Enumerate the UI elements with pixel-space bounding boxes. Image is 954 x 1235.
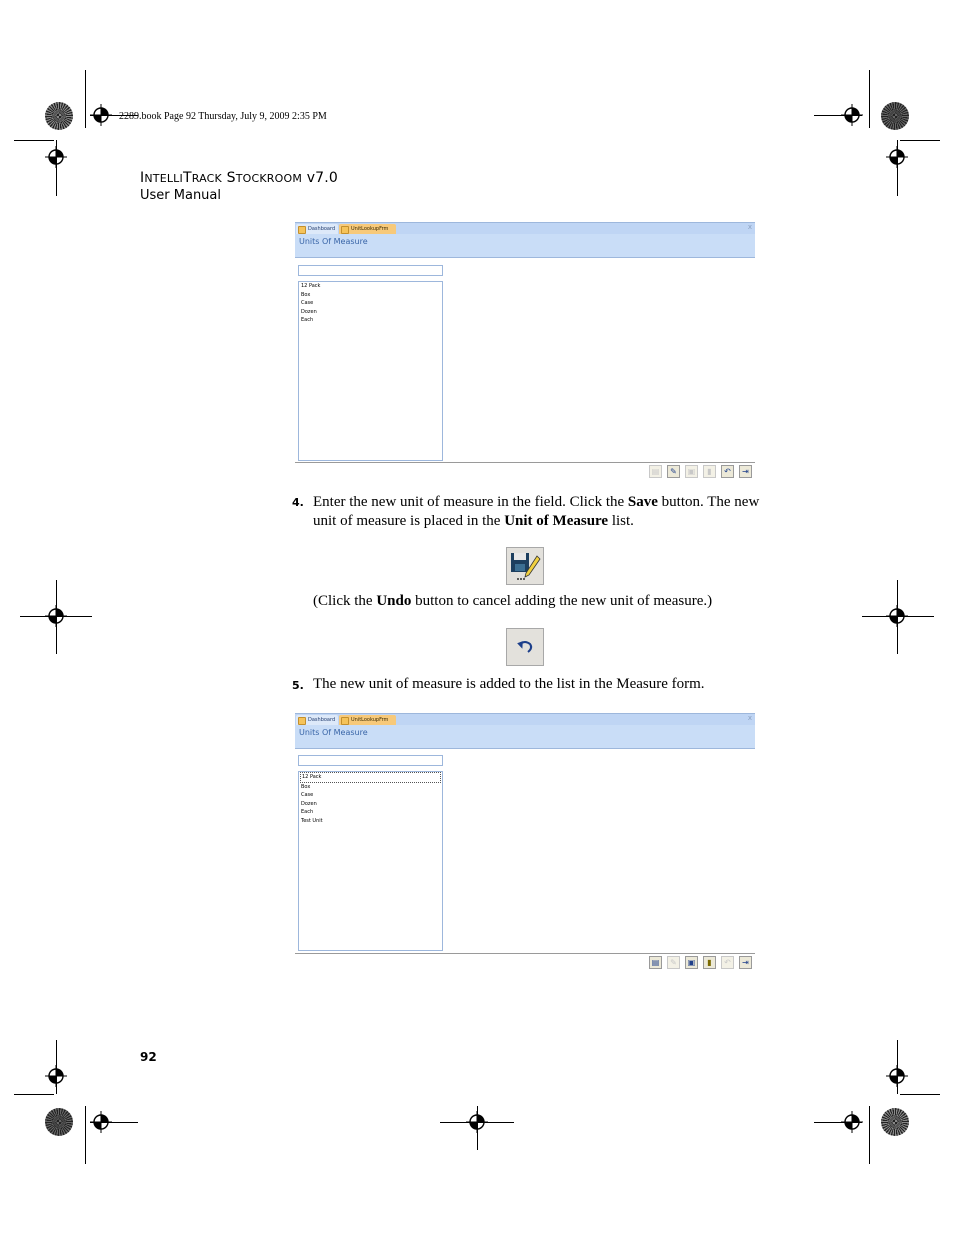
- registration-mark-icon: [841, 104, 863, 126]
- save-button[interactable]: ▣: [685, 956, 698, 969]
- undo-arrow-icon: [517, 641, 533, 653]
- form-icon: [298, 226, 306, 234]
- delete-button[interactable]: ▮: [703, 465, 716, 478]
- color-dial-mark-icon: [45, 1108, 73, 1136]
- divider: [295, 462, 755, 463]
- exit-button[interactable]: ⇥: [739, 956, 752, 969]
- delete-button[interactable]: ▮: [703, 956, 716, 969]
- form-title: Units Of Measure: [299, 728, 368, 737]
- registration-mark-icon: [886, 605, 908, 627]
- step-number-4: 4.: [292, 496, 304, 509]
- form-header: Units Of Measure: [295, 234, 755, 258]
- screenshot-units-of-measure-before: Dashboard UnitLookupFrm x Units Of Measu…: [295, 222, 755, 482]
- edit-button[interactable]: ✎: [667, 956, 680, 969]
- divider: [295, 953, 755, 954]
- registration-mark-icon: [841, 1111, 863, 1133]
- screenshot-units-of-measure-after: Dashboard UnitLookupFrm x Units Of Measu…: [295, 713, 755, 973]
- registration-mark-icon: [90, 1111, 112, 1133]
- floppy-pencil-icon: [511, 553, 541, 580]
- list-item[interactable]: 12 Pack: [300, 772, 441, 783]
- close-icon[interactable]: x: [748, 223, 752, 231]
- list-item[interactable]: Case: [299, 791, 442, 800]
- tab-dashboard[interactable]: Dashboard: [296, 224, 338, 234]
- registration-mark-icon: [886, 146, 908, 168]
- tab-dashboard[interactable]: Dashboard: [296, 715, 338, 725]
- registration-mark-icon: [886, 1065, 908, 1087]
- edit-button[interactable]: ✎: [667, 465, 680, 478]
- new-unit-input[interactable]: [298, 755, 443, 766]
- list-item[interactable]: Dozen: [299, 308, 442, 317]
- list-item[interactable]: Each: [299, 316, 442, 325]
- tab-unit-lookup-form[interactable]: UnitLookupFrm: [339, 715, 396, 725]
- new-record-button[interactable]: ▤: [649, 465, 662, 478]
- unit-list[interactable]: 12 Pack Box Case Dozen Each: [298, 281, 443, 461]
- step-number-5: 5.: [292, 679, 304, 692]
- form-icon: [341, 226, 349, 234]
- registration-mark-icon: [90, 104, 112, 126]
- registration-mark-icon: [45, 1065, 67, 1087]
- exit-button[interactable]: ⇥: [739, 465, 752, 478]
- step-5-text: The new unit of measure is added to the …: [313, 676, 705, 692]
- list-item[interactable]: 12 Pack: [299, 282, 442, 291]
- save-button[interactable]: ▣: [685, 465, 698, 478]
- list-item[interactable]: Case: [299, 299, 442, 308]
- step-4-text: Enter the new unit of measure in the fie…: [313, 494, 760, 529]
- tab-unit-lookup-form[interactable]: UnitLookupFrm: [339, 224, 396, 234]
- form-header: Units Of Measure: [295, 725, 755, 749]
- list-item[interactable]: Test Unit: [299, 817, 442, 826]
- registration-mark-icon: [466, 1111, 488, 1133]
- undo-button[interactable]: ↶: [721, 956, 734, 969]
- undo-button[interactable]: ↶: [721, 465, 734, 478]
- form-title: Units Of Measure: [299, 237, 368, 246]
- form-icon: [341, 717, 349, 725]
- tab-bar: Dashboard UnitLookupFrm x: [295, 222, 755, 234]
- new-unit-input[interactable]: [298, 265, 443, 276]
- close-icon[interactable]: x: [748, 714, 752, 722]
- color-dial-mark-icon: [881, 1108, 909, 1136]
- book-slug-line: 2289.book Page 92 Thursday, July 9, 2009…: [119, 111, 327, 122]
- list-item[interactable]: Each: [299, 808, 442, 817]
- undo-button-image: [506, 628, 544, 666]
- registration-mark-icon: [45, 605, 67, 627]
- page-number: 92: [140, 1050, 157, 1064]
- running-head-title: INTELLITRACK STOCKROOM v7.0: [140, 170, 339, 186]
- undo-instruction-text: (Click the Undo button to cancel adding …: [313, 593, 713, 609]
- list-item[interactable]: Box: [299, 291, 442, 300]
- new-record-button[interactable]: ▤: [649, 956, 662, 969]
- color-dial-mark-icon: [45, 102, 73, 130]
- registration-mark-icon: [45, 146, 67, 168]
- save-button-image: [506, 547, 544, 585]
- list-item[interactable]: Dozen: [299, 800, 442, 809]
- color-dial-mark-icon: [881, 102, 909, 130]
- unit-list[interactable]: 12 Pack Box Case Dozen Each Test Unit: [298, 771, 443, 951]
- list-item[interactable]: Box: [299, 783, 442, 792]
- form-icon: [298, 717, 306, 725]
- tab-bar: Dashboard UnitLookupFrm x: [295, 713, 755, 725]
- running-head-subtitle: User Manual: [140, 188, 222, 203]
